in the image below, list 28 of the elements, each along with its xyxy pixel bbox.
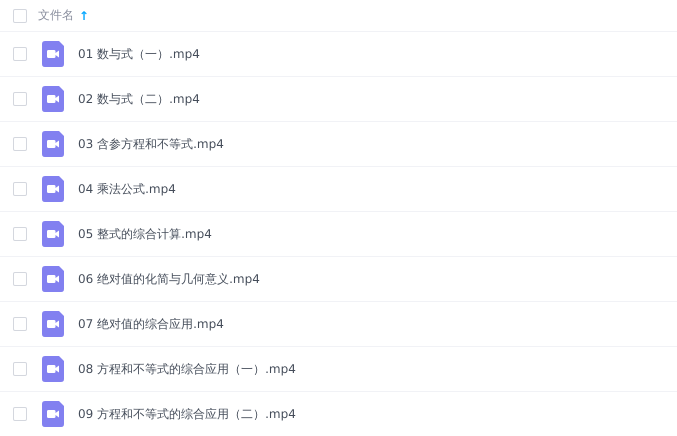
video-file-icon [42, 266, 64, 292]
row-checkbox[interactable] [13, 407, 27, 421]
video-file-icon [42, 356, 64, 382]
select-all-checkbox[interactable] [13, 8, 27, 22]
file-name[interactable]: 09 方程和不等式的综合应用（二）.mp4 [78, 406, 296, 422]
file-name[interactable]: 07 绝对值的综合应用.mp4 [78, 316, 224, 332]
video-file-icon [42, 131, 64, 157]
row-checkbox[interactable] [13, 182, 27, 196]
row-checkbox[interactable] [13, 92, 27, 106]
file-name[interactable]: 02 数与式（二）.mp4 [78, 90, 200, 108]
row-checkbox[interactable] [13, 227, 27, 241]
video-file-icon [42, 311, 64, 337]
file-name[interactable]: 05 整式的综合计算.mp4 [78, 226, 212, 242]
video-file-icon [42, 401, 64, 427]
file-name[interactable]: 04 乘法公式.mp4 [78, 180, 176, 198]
row-checkbox[interactable] [13, 317, 27, 331]
file-name[interactable]: 03 含参方程和不等式.mp4 [78, 136, 224, 152]
video-file-icon [42, 86, 64, 112]
row-checkbox[interactable] [13, 272, 27, 286]
video-file-icon [42, 41, 64, 67]
row-checkbox[interactable] [13, 137, 27, 151]
file-name[interactable]: 06 绝对值的化简与几何意义.mp4 [78, 270, 260, 288]
video-file-icon [42, 221, 64, 247]
file-name[interactable]: 08 方程和不等式的综合应用（一）.mp4 [78, 360, 296, 378]
row-checkbox[interactable] [13, 47, 27, 61]
file-name[interactable]: 01 数与式（一）.mp4 [78, 46, 200, 62]
video-file-icon [42, 176, 64, 202]
row-checkbox[interactable] [13, 362, 27, 376]
